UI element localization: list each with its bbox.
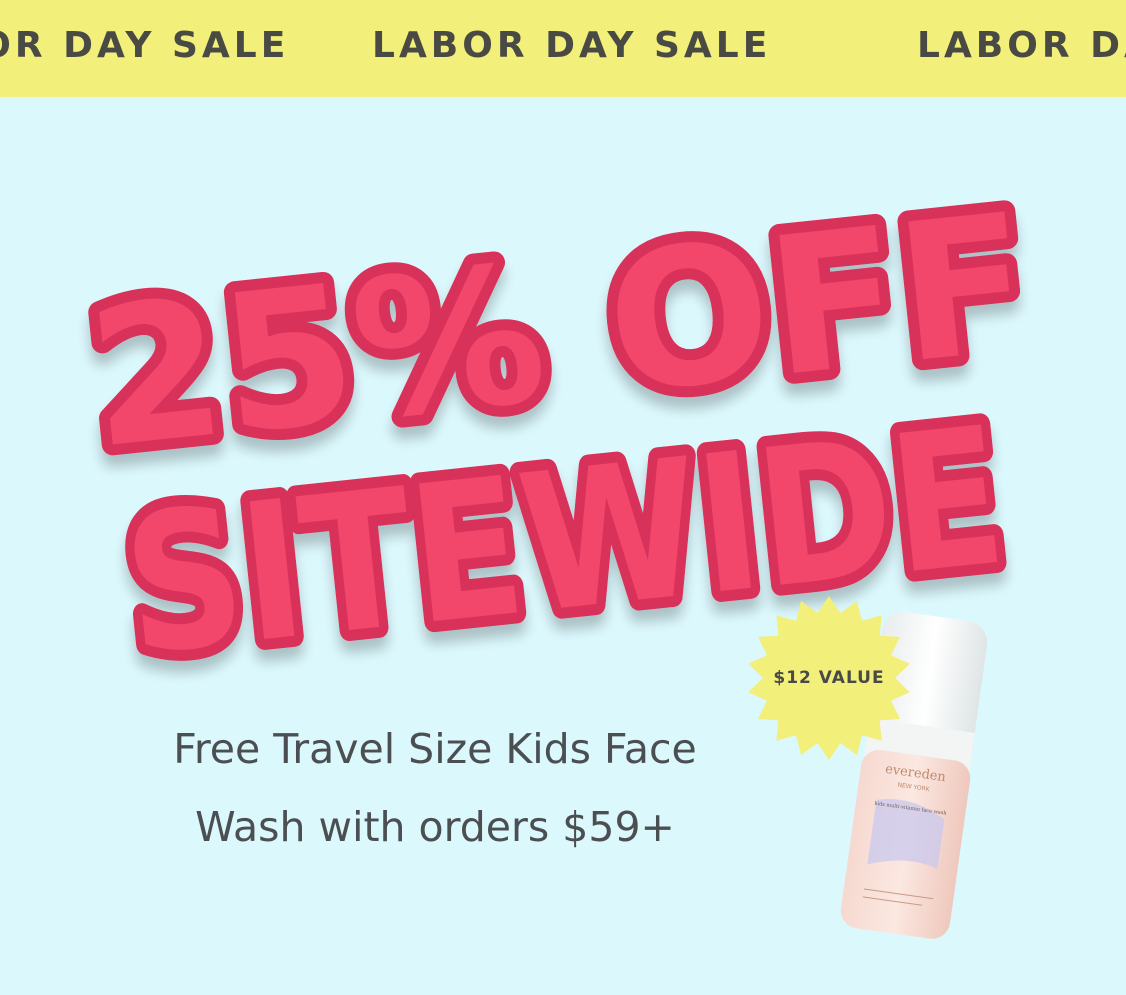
offer-description: Free Travel Size Kids Face Wash with ord… (100, 710, 770, 866)
sale-marquee-banner: LABOR DAY SALE LABOR DAY SALE LABOR DAY … (0, 0, 1126, 97)
offer-line-1: Free Travel Size Kids Face (173, 725, 697, 773)
marquee-item: LABOR DAY SALE (0, 25, 290, 66)
offer-line-2: Wash with orders $59+ (195, 803, 675, 851)
marquee-item: LABOR DAY SALE (372, 25, 772, 66)
marquee-item: LABOR DAY SALE (917, 25, 1126, 66)
